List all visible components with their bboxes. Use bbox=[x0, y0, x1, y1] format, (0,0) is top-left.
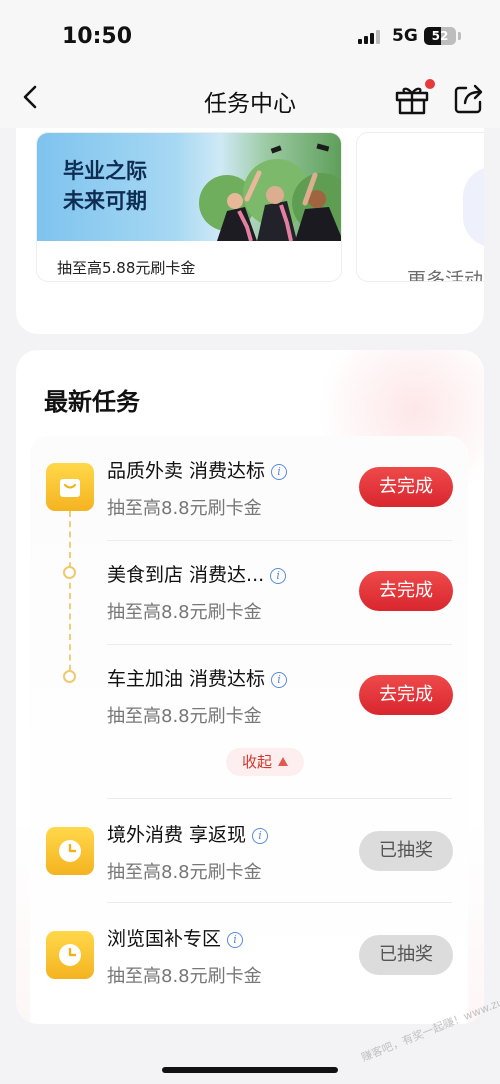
divider bbox=[107, 798, 452, 799]
already-drawn-button[interactable]: 已抽奖 bbox=[359, 935, 453, 975]
nav-bar: 任务中心 bbox=[0, 70, 500, 128]
promo-subtitle: 抽至高5.88元刷卡金 bbox=[57, 259, 196, 277]
info-icon[interactable]: i bbox=[227, 931, 244, 948]
shopping-bag-icon bbox=[46, 463, 94, 511]
clock-icon bbox=[46, 931, 94, 979]
more-activities-illustration bbox=[463, 167, 484, 247]
battery-icon: 52 bbox=[424, 27, 456, 45]
info-icon[interactable]: i bbox=[271, 671, 288, 688]
promo-headline-2: 未来可期 bbox=[63, 189, 147, 213]
task-desc: 抽至高8.8元刷卡金 bbox=[107, 862, 262, 883]
already-drawn-button[interactable]: 已抽奖 bbox=[359, 831, 453, 871]
task-desc: 抽至高8.8元刷卡金 bbox=[107, 966, 262, 987]
status-time: 10:50 bbox=[62, 24, 133, 49]
activity-banner-card: 毕业之际 未来可期 抽至高5.88元刷卡金 更多活动 bbox=[16, 128, 484, 334]
info-icon[interactable]: i bbox=[270, 567, 287, 584]
tasks-heading: 最新任务 bbox=[44, 388, 140, 416]
info-icon[interactable]: i bbox=[271, 463, 288, 480]
share-icon[interactable] bbox=[452, 82, 486, 116]
collapse-label: 收起 bbox=[241, 753, 272, 771]
more-activities-card[interactable]: 更多活动 bbox=[356, 132, 484, 282]
task-desc: 抽至高8.8元刷卡金 bbox=[107, 706, 262, 727]
status-bar: 10:50 5G 52 bbox=[0, 0, 500, 70]
task-name: 浏览国补专区 i bbox=[107, 924, 244, 951]
task-name: 境外消费 享返现 i bbox=[107, 820, 269, 847]
go-complete-button[interactable]: 去完成 bbox=[359, 467, 453, 507]
go-complete-button[interactable]: 去完成 bbox=[359, 571, 453, 611]
graduation-promo-card[interactable]: 毕业之际 未来可期 抽至高5.88元刷卡金 bbox=[36, 132, 342, 282]
promo-headline-1: 毕业之际 bbox=[63, 159, 147, 183]
caret-up-icon bbox=[278, 756, 288, 766]
graduation-promo-image: 毕业之际 未来可期 bbox=[37, 133, 341, 241]
divider bbox=[107, 902, 452, 903]
graduates-illustration bbox=[199, 143, 341, 241]
task-name: 车主加油 消费达标 i bbox=[107, 664, 288, 691]
task-desc: 抽至高8.8元刷卡金 bbox=[107, 602, 262, 623]
task-name: 美食到店 消费达... i bbox=[107, 560, 287, 587]
latest-tasks-card: 最新任务 品质外卖 消费达标 i 抽至高8.8元刷卡金 去完成 美食到店 消费达.… bbox=[16, 350, 484, 1024]
task-list: 品质外卖 消费达标 i 抽至高8.8元刷卡金 去完成 美食到店 消费达... i 抽… bbox=[30, 436, 468, 1024]
signal-icon bbox=[358, 30, 380, 44]
task-item: 品质外卖 消费达标 i 抽至高8.8元刷卡金 去完成 bbox=[30, 436, 468, 540]
task-desc: 抽至高8.8元刷卡金 bbox=[107, 498, 262, 519]
task-name: 品质外卖 消费达标 i bbox=[107, 456, 288, 483]
notification-dot bbox=[425, 79, 435, 89]
info-icon[interactable]: i bbox=[252, 827, 269, 844]
go-complete-button[interactable]: 去完成 bbox=[359, 675, 453, 715]
task-item: 车主加油 消费达标 i 抽至高8.8元刷卡金 去完成 bbox=[30, 644, 468, 748]
collapse-button[interactable]: 收起 bbox=[226, 748, 304, 776]
gift-icon[interactable] bbox=[394, 82, 430, 116]
task-item: 美食到店 消费达... i 抽至高8.8元刷卡金 去完成 bbox=[30, 540, 468, 644]
task-item: 浏览国补专区 i 抽至高8.8元刷卡金 已抽奖 bbox=[30, 904, 468, 1008]
battery-level: 52 bbox=[431, 29, 449, 43]
network-label: 5G bbox=[392, 26, 418, 46]
clock-icon bbox=[46, 827, 94, 875]
home-indicator[interactable] bbox=[162, 1067, 338, 1073]
battery-tip bbox=[458, 32, 461, 40]
task-item: 境外消费 享返现 i 抽至高8.8元刷卡金 已抽奖 bbox=[30, 800, 468, 904]
more-activities-label: 更多活动 bbox=[407, 269, 484, 282]
